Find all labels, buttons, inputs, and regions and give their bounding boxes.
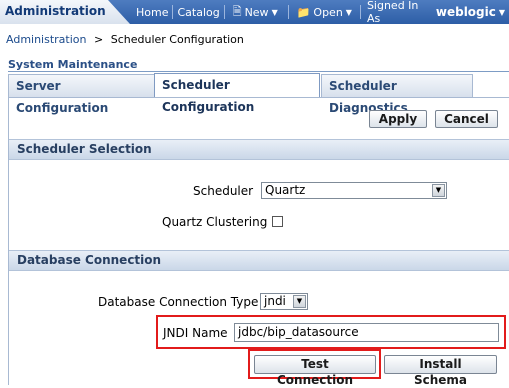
scheduler-select[interactable]: Quartz ▼: [261, 182, 447, 199]
quartz-clustering-label: Quartz Clustering: [162, 215, 268, 229]
catalog-label: Catalog: [177, 5, 220, 19]
test-connection-button[interactable]: Test Connection: [254, 355, 376, 387]
page-title: System Maintenance: [8, 58, 138, 71]
database-connection-title: Database Connection: [17, 253, 162, 267]
scheduler-selection-title: Scheduler Selection: [17, 142, 152, 156]
breadcrumb-administration-link[interactable]: Administration: [6, 33, 87, 46]
cancel-button[interactable]: Cancel: [435, 110, 498, 128]
breadcrumb-separator: >: [94, 33, 104, 46]
db-connection-type-value: jndi: [264, 294, 286, 308]
open-label: Open: [313, 5, 343, 19]
signed-in-label: Signed In As: [366, 0, 419, 25]
apply-button[interactable]: Apply: [369, 110, 427, 128]
username: weblogic: [435, 5, 496, 19]
db-connection-type-select[interactable]: jndi ▼: [260, 293, 308, 310]
scheduler-value: Quartz: [265, 183, 306, 197]
jndi-name-input[interactable]: jdbc/bip_datasource: [234, 323, 499, 342]
tab-server-configuration[interactable]: Server Configuration: [8, 74, 157, 115]
top-nav-bar: Administration Home Catalog 🗎 New ▼ 📁 Op…: [0, 0, 509, 25]
catalog-link[interactable]: Catalog: [173, 0, 223, 24]
tab-scheduler-configuration[interactable]: Scheduler Configuration: [154, 73, 320, 114]
tab-scheduler-diagnostics[interactable]: Scheduler Diagnostics: [321, 74, 473, 115]
open-menu[interactable]: 📁 Open ▼: [289, 0, 356, 24]
chevron-down-icon: ▼: [432, 184, 445, 197]
scheduler-label: Scheduler: [193, 184, 254, 198]
chevron-down-icon: ▼: [498, 7, 506, 17]
jndi-name-label: JNDI Name: [163, 326, 228, 340]
database-connection-header: Database Connection: [9, 250, 509, 271]
install-schema-button[interactable]: Install Schema: [384, 355, 497, 387]
nav-items: Home Catalog 🗎 New ▼ 📁 Open ▼ Signed In …: [132, 0, 509, 25]
scheduler-selection-header: Scheduler Selection: [9, 139, 509, 160]
chevron-down-icon: ▼: [271, 7, 278, 17]
new-label: New: [244, 5, 269, 19]
quartz-clustering-checkbox[interactable]: [272, 216, 283, 227]
chevron-down-icon: ▼: [345, 7, 352, 17]
breadcrumb: Administration > Scheduler Configuration: [6, 33, 244, 46]
title-divider: [8, 71, 509, 72]
admin-tab-label: Administration: [5, 4, 106, 18]
home-label: Home: [136, 5, 169, 19]
db-connection-type-label: Database Connection Type: [98, 295, 259, 309]
user-menu[interactable]: Signed In As weblogic ▼: [361, 0, 509, 25]
chevron-down-icon: ▼: [293, 295, 306, 308]
home-link[interactable]: Home: [132, 0, 172, 24]
new-document-icon: 🗎: [232, 4, 242, 18]
folder-icon: 📁: [296, 5, 311, 19]
breadcrumb-current: Scheduler Configuration: [110, 33, 244, 46]
new-menu[interactable]: 🗎 New ▼: [225, 0, 282, 24]
admin-tab[interactable]: Administration: [0, 0, 130, 24]
